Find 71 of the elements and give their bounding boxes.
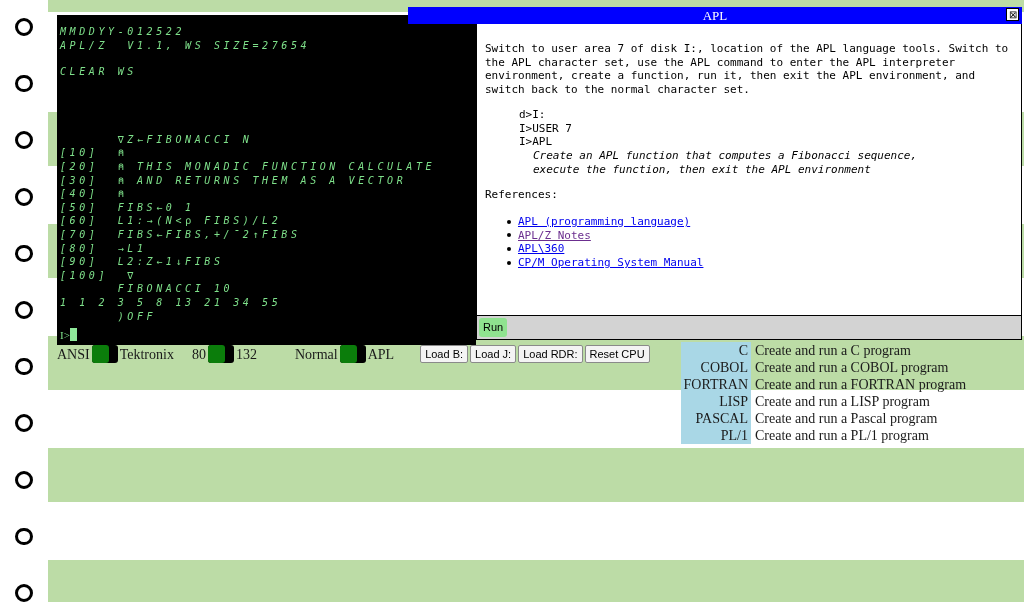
terminal-line: )OFF	[116, 309, 157, 324]
terminal-line: [70] FIBS←FIBS,+/¯2↑FIBS	[60, 227, 301, 242]
reference-link[interactable]: CP/M Operating System Manual	[518, 255, 704, 270]
command-line: I>APL	[519, 135, 553, 149]
terminal-line: CLEAR WS	[60, 65, 137, 79]
load-button[interactable]: Load RDR:	[518, 345, 583, 363]
bullet-icon	[507, 260, 511, 265]
program-name[interactable]: LISP	[681, 393, 751, 410]
description-text: Switch to user area 7 of disk I:, location of the APL language tools. Switch to the APL character set, use the APL command to enter the APL interpreter environment, create a function, run it, then exit the APL environment, and switch back to the normal character set.	[485, 42, 1010, 97]
cursor-icon	[69, 328, 77, 342]
reference-link[interactable]: APL (programming language)	[518, 214, 691, 229]
punch-hole-icon	[15, 244, 33, 263]
punch-hole-icon	[15, 527, 33, 546]
terminal-line: [40] ⍝	[60, 187, 128, 201]
terminal-line: [10] ⍝	[60, 146, 128, 160]
bullet-icon	[507, 247, 511, 252]
toggle-label: Normal	[294, 345, 338, 364]
terminal-prompt: I>	[60, 327, 70, 343]
load-button[interactable]: Load J:	[470, 345, 517, 363]
punch-hole-icon	[15, 357, 33, 376]
terminal-line: [20] ⍝ THIS MONADIC FUNCTION CALCULATE	[60, 159, 436, 174]
punch-hole-icon	[15, 187, 33, 206]
program-description: Create and run a PL/1 program	[754, 427, 929, 444]
terminal-line: ∇Z←FIBONACCI N	[116, 132, 253, 147]
toggle-label: 132	[235, 345, 257, 364]
terminal-line: [30] ⍝ AND RETURNS THEM AS A VECTOR	[60, 173, 407, 188]
command-line: I>USER 7	[519, 121, 572, 136]
program-name[interactable]: C	[681, 342, 751, 359]
command-line: d>I:	[519, 107, 546, 122]
toggle-label: 80	[191, 345, 206, 364]
program-name[interactable]: FORTRAN	[681, 376, 751, 393]
program-description: Create and run a Pascal program	[754, 410, 938, 427]
program-description: Create and run a COBOL program	[754, 359, 949, 376]
program-name[interactable]: PASCAL	[681, 410, 751, 427]
terminal-line: FIBONACCI 10	[116, 282, 234, 296]
toggle-label: Tektronix	[119, 345, 174, 364]
toggle-switch[interactable]	[339, 345, 366, 363]
bullet-icon	[507, 219, 511, 224]
terminal-line: MMDDYY-012522	[60, 25, 186, 39]
program-description: Create and run a FORTRAN program	[754, 376, 967, 393]
terminal-line: [100] ∇	[60, 268, 137, 283]
load-button[interactable]: Load B:	[420, 345, 469, 363]
command-note: Create an APL function that computes a Fibonacci sequence, execute the function, then exit the APL environment	[532, 148, 919, 177]
program-name[interactable]: PL/1	[681, 427, 751, 444]
punch-hole-icon	[15, 131, 33, 149]
toggle-label: APL	[367, 345, 395, 364]
terminal-line: [50] FIBS←0 1	[60, 200, 195, 215]
terminal-line: APL/Z V1.1, WS SIZE=27654	[60, 38, 311, 53]
dialog-title: APL	[702, 8, 728, 23]
punch-hole-icon	[15, 414, 33, 433]
bullet-icon	[507, 233, 511, 238]
punch-hole-icon	[15, 471, 33, 489]
load-button[interactable]: Reset CPU	[584, 345, 650, 363]
run-button[interactable]: Run	[479, 318, 508, 337]
program-description: Create and run a C program	[754, 342, 911, 359]
reference-link[interactable]: APL/Z Notes	[518, 228, 591, 243]
toggle-switch[interactable]	[207, 345, 234, 363]
punch-hole-icon	[15, 74, 33, 93]
toggle-switch[interactable]	[91, 345, 118, 363]
reference-link[interactable]: APL\360	[518, 242, 565, 256]
program-name[interactable]: COBOL	[681, 359, 751, 376]
terminal-line: [60] L1:→(N<⍴ FIBS)/L2	[60, 214, 282, 228]
program-description: Create and run a LISP program	[754, 393, 930, 410]
references-label: References:	[485, 187, 558, 204]
terminal-line: 1 1 2 3 5 8 13 21 34 55	[60, 295, 282, 310]
punch-hole-icon	[15, 18, 33, 36]
punch-hole-icon	[15, 301, 33, 319]
toggle-label: ANSI	[57, 345, 90, 364]
close-button[interactable]: ⊠	[1006, 8, 1019, 21]
terminal-line: [90] L2:Z←1↓FIBS	[60, 255, 224, 269]
terminal-line: [80] →L1	[60, 241, 147, 256]
